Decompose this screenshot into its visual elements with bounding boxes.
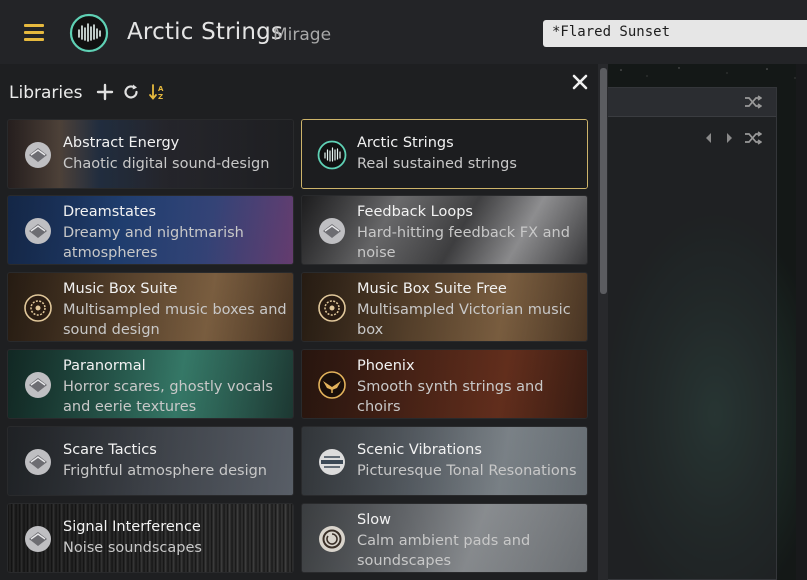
- svg-text:A: A: [158, 85, 164, 93]
- library-card-title: Slow: [357, 512, 391, 528]
- library-card-title: Music Box Suite Free: [357, 281, 507, 297]
- library-card-description: Calm ambient pads and soundscapes: [357, 533, 531, 569]
- gear-emblem-icon: [317, 293, 347, 323]
- library-card-title: Dreamstates: [63, 204, 157, 220]
- libraries-heading: Libraries: [9, 83, 83, 103]
- shuffle-icon[interactable]: [744, 131, 762, 145]
- sort-icon[interactable]: A Z: [148, 83, 166, 101]
- library-card[interactable]: Signal Interference Noise soundscapes: [7, 503, 294, 573]
- gear-emblem-icon: [23, 293, 53, 323]
- instrument-panel: [607, 87, 777, 580]
- plus-icon[interactable]: [96, 83, 114, 101]
- library-card[interactable]: Scare Tactics Frightful atmosphere design: [7, 426, 294, 496]
- library-card[interactable]: Paranormal Horror scares, ghostly vocals …: [7, 349, 294, 419]
- phoenix-icon: [317, 370, 347, 400]
- library-card-description: Hard-hitting feedback FX and noise: [357, 225, 570, 261]
- library-card[interactable]: Music Box Suite Multisampled music boxes …: [7, 272, 294, 342]
- app-title: Arctic Strings: [127, 19, 284, 45]
- library-card[interactable]: Dreamstates Dreamy and nightmarish atmosp…: [7, 195, 294, 265]
- shuffle-icon[interactable]: [744, 95, 762, 109]
- svg-text:Z: Z: [158, 93, 163, 101]
- library-card-title: Music Box Suite: [63, 281, 178, 297]
- library-card-title: Scare Tactics: [63, 442, 157, 458]
- scenic-icon: [317, 447, 347, 477]
- library-card-description: Frightful atmosphere design: [63, 463, 267, 479]
- slow-icon: [317, 524, 347, 554]
- emblem-icon: [23, 216, 53, 246]
- right-edge-strip: [796, 64, 807, 580]
- library-card-title: Abstract Energy: [63, 135, 180, 151]
- library-card-title: Feedback Loops: [357, 204, 473, 220]
- libraries-panel: Libraries A Z Abstract Energy Chaotic dig…: [0, 64, 600, 580]
- preset-name-field[interactable]: *Flared Sunset: [543, 20, 807, 47]
- library-card-description: Multisampled Victorian music box: [357, 302, 571, 338]
- arctic-strings-icon: [317, 140, 347, 170]
- menu-icon[interactable]: [24, 24, 44, 41]
- library-card-title: Arctic Strings: [357, 135, 454, 151]
- library-card-description: Horror scares, ghostly vocals and eerie …: [63, 379, 273, 415]
- library-card-description: Noise soundscapes: [63, 540, 202, 556]
- library-card-title: Signal Interference: [63, 519, 201, 535]
- library-card-description: Smooth synth strings and choirs: [357, 379, 544, 415]
- library-card-description: Picturesque Tonal Resonations: [357, 463, 577, 479]
- prev-next-arrows[interactable]: [703, 131, 737, 145]
- library-card-description: Multisampled music boxes and sound desig…: [63, 302, 287, 338]
- library-card-title: Scenic Vibrations: [357, 442, 482, 458]
- library-card[interactable]: Arctic Strings Real sustained strings: [301, 119, 588, 189]
- library-card[interactable]: Phoenix Smooth synth strings and choirs: [301, 349, 588, 419]
- library-card-description: Dreamy and nightmarish atmospheres: [63, 225, 244, 261]
- library-card[interactable]: Slow Calm ambient pads and soundscapes: [301, 503, 588, 573]
- emblem-icon: [23, 140, 53, 170]
- top-bar: Arctic Strings Mirage *Flared Sunset: [0, 0, 807, 64]
- emblem-icon: [23, 447, 53, 477]
- library-card[interactable]: Music Box Suite Free Multisampled Victori…: [301, 272, 588, 342]
- emblem-icon: [317, 216, 347, 246]
- library-card-title: Paranormal: [63, 358, 146, 374]
- emblem-icon: [23, 524, 53, 554]
- library-card-description: Real sustained strings: [357, 156, 517, 172]
- library-card[interactable]: Abstract Energy Chaotic digital sound-des…: [7, 119, 294, 189]
- library-card-title: Phoenix: [357, 358, 415, 374]
- app-subtitle: Mirage: [273, 25, 332, 45]
- library-card[interactable]: Feedback Loops Hard-hitting feedback FX a…: [301, 195, 588, 265]
- emblem-icon: [23, 370, 53, 400]
- arctic-strings-logo: [69, 13, 109, 53]
- scrollbar-thumb[interactable]: [600, 68, 607, 294]
- close-icon[interactable]: [570, 72, 590, 92]
- library-card-description: Chaotic digital sound-design: [63, 156, 270, 172]
- refresh-icon[interactable]: [122, 83, 140, 101]
- library-card[interactable]: Scenic Vibrations Picturesque Tonal Reson…: [301, 426, 588, 496]
